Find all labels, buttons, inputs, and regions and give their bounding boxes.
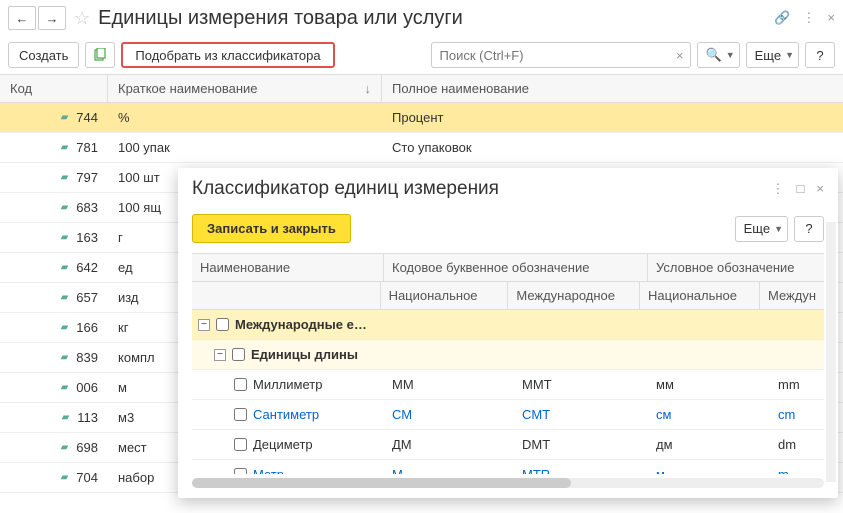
row-checkbox[interactable]: [234, 438, 247, 451]
dcol-int2[interactable]: Междун: [760, 282, 824, 309]
col-full[interactable]: Полное наименование: [382, 75, 843, 102]
dialog-table: Наименование Кодовое буквенное обозначен…: [192, 253, 824, 474]
dialog-title: Классификатор единиц измерения: [192, 178, 772, 200]
dialog-header-row2: Национальное Международное Национальное …: [192, 282, 824, 310]
more-button[interactable]: Еще▼: [746, 42, 799, 68]
row-marker-icon: ▰: [62, 412, 70, 423]
row-marker-icon: ▰: [61, 442, 69, 453]
search-clear-icon[interactable]: ×: [670, 48, 690, 63]
classifier-row[interactable]: МиллиметрММMMTммmm: [192, 370, 824, 400]
row-marker-icon: ▰: [61, 352, 69, 363]
row-marker-icon: ▰: [61, 382, 69, 393]
dcol-name[interactable]: Наименование: [192, 254, 384, 281]
row-checkbox[interactable]: [234, 468, 247, 474]
classifier-dialog: Классификатор единиц измерения ⋮ □ × Зап…: [178, 168, 838, 498]
group-checkbox[interactable]: [216, 318, 229, 331]
main-toolbar: Создать Подобрать из классификатора × 🔍▼…: [0, 36, 843, 74]
page-title: Единицы измерения товара или услуги: [98, 7, 774, 30]
dialog-menu-icon[interactable]: ⋮: [772, 181, 785, 197]
favorite-star-icon[interactable]: ☆: [74, 8, 90, 29]
table-header: Код Краткое наименование↓ Полное наимено…: [0, 74, 843, 103]
close-icon[interactable]: ×: [827, 10, 835, 26]
dialog-v-scrollbar[interactable]: [826, 222, 836, 482]
row-marker-icon: ▰: [61, 472, 69, 483]
help-button[interactable]: ?: [805, 42, 835, 68]
classifier-row[interactable]: СантиметрСМCMTсмcm: [192, 400, 824, 430]
titlebar: ← → ☆ Единицы измерения товара или услуг…: [0, 0, 843, 36]
dcol-cond[interactable]: Условное обозначение: [648, 254, 824, 281]
classifier-row[interactable]: МетрМMTRмm: [192, 460, 824, 474]
pick-from-classifier-button[interactable]: Подобрать из классификатора: [121, 42, 334, 68]
row-marker-icon: ▰: [61, 322, 69, 333]
row-checkbox[interactable]: [234, 378, 247, 391]
row-marker-icon: ▰: [61, 262, 69, 273]
dcol-letter[interactable]: Кодовое буквенное обозначение: [384, 254, 648, 281]
table-row[interactable]: ▰744%Процент: [0, 103, 843, 133]
group-checkbox[interactable]: [232, 348, 245, 361]
row-marker-icon: ▰: [61, 292, 69, 303]
sort-arrow-icon: ↓: [365, 81, 372, 96]
row-marker-icon: ▰: [61, 172, 69, 183]
dcol-nat2[interactable]: Национальное: [640, 282, 760, 309]
copy-button[interactable]: [85, 42, 115, 68]
dialog-titlebar: Классификатор единиц измерения ⋮ □ ×: [178, 168, 838, 208]
tree-collapse-icon[interactable]: −: [214, 349, 226, 361]
dialog-more-button[interactable]: Еще▼: [735, 216, 788, 242]
nav-forward-button[interactable]: →: [38, 6, 66, 30]
search-input[interactable]: [432, 48, 670, 63]
dialog-toolbar: Записать и закрыть Еще▼ ?: [178, 208, 838, 253]
link-icon[interactable]: 🔗: [774, 10, 790, 26]
tree-collapse-icon[interactable]: −: [198, 319, 210, 331]
dialog-close-icon[interactable]: ×: [816, 181, 824, 197]
dialog-h-scrollbar[interactable]: [192, 478, 824, 488]
tree-subgroup-row[interactable]: −Единицы длины: [192, 340, 824, 370]
search-mode-button[interactable]: 🔍▼: [697, 42, 740, 68]
row-marker-icon: ▰: [61, 202, 69, 213]
dialog-help-button[interactable]: ?: [794, 216, 824, 242]
row-checkbox[interactable]: [234, 408, 247, 421]
tree-group-row[interactable]: −Международные е…: [192, 310, 824, 340]
dialog-header-row1: Наименование Кодовое буквенное обозначен…: [192, 254, 824, 282]
dcol-int1[interactable]: Международное: [508, 282, 640, 309]
row-marker-icon: ▰: [61, 112, 69, 123]
row-marker-icon: ▰: [61, 232, 69, 243]
save-close-button[interactable]: Записать и закрыть: [192, 214, 351, 243]
classifier-row[interactable]: ДециметрДМDMTдмdm: [192, 430, 824, 460]
table-row[interactable]: ▰781100 упакСто упаковок: [0, 133, 843, 163]
row-marker-icon: ▰: [61, 142, 69, 153]
col-short[interactable]: Краткое наименование↓: [108, 75, 382, 102]
menu-dots-icon[interactable]: ⋮: [802, 10, 815, 26]
dcol-nat1[interactable]: Национальное: [381, 282, 509, 309]
dialog-maximize-icon[interactable]: □: [797, 181, 805, 197]
col-code[interactable]: Код: [0, 75, 108, 102]
search-box: ×: [431, 42, 691, 68]
nav-back-button[interactable]: ←: [8, 6, 36, 30]
create-button[interactable]: Создать: [8, 42, 79, 68]
